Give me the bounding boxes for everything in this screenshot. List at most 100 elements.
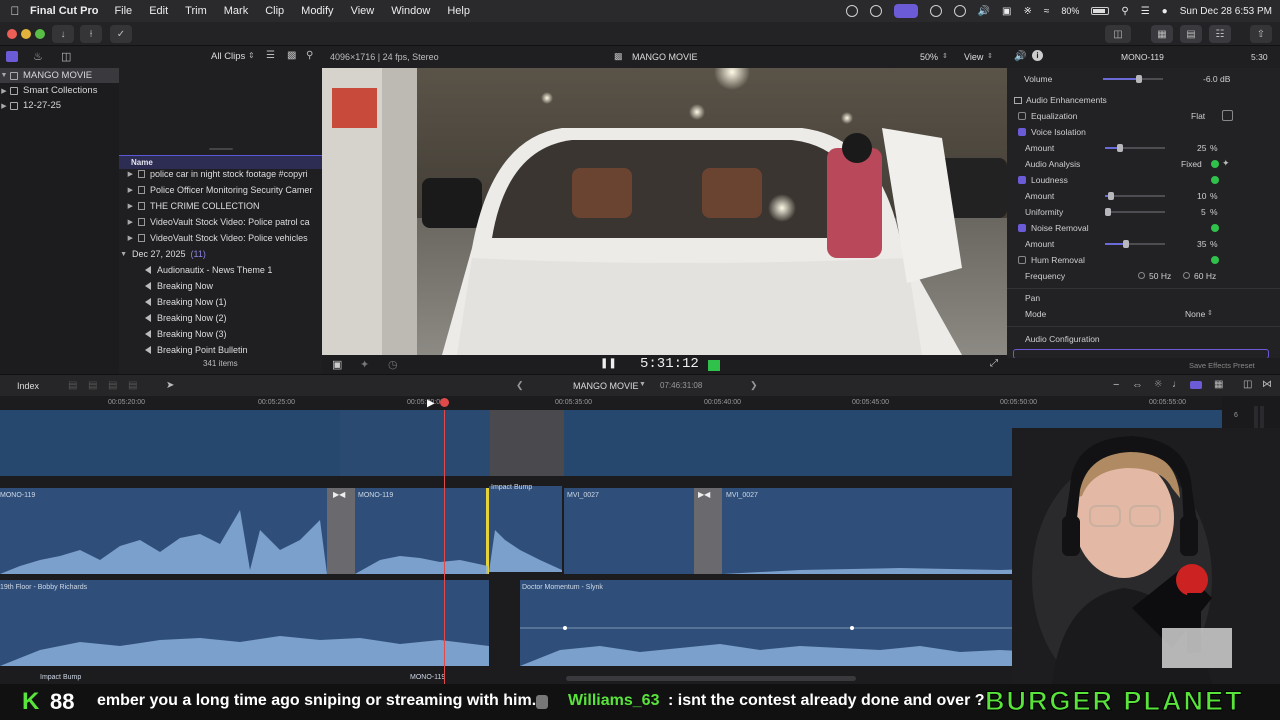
siri-icon[interactable]: ● — [1162, 6, 1168, 17]
playhead-handle[interactable] — [440, 398, 449, 407]
filmstrip-icon[interactable]: ▩ — [287, 50, 296, 61]
clock[interactable]: Sun Dec 28 6:53 PM — [1180, 6, 1272, 17]
battery-label[interactable]: 80% — [1061, 6, 1079, 16]
libraries-icon[interactable] — [6, 51, 18, 62]
save-effects-preset-button[interactable]: Save Effects Preset — [1189, 361, 1255, 370]
eq-graph-icon[interactable] — [1222, 110, 1233, 121]
voice-isolation-knob[interactable] — [1117, 144, 1123, 152]
audio-list-item[interactable]: Breaking Now — [119, 278, 322, 294]
radio-50hz[interactable] — [1138, 272, 1145, 279]
disclosure-closed-icon[interactable]: ▶ — [0, 102, 8, 110]
section-header[interactable]: Audio Enhancements — [1007, 92, 1280, 108]
back-arrow-icon[interactable]: ❮ — [516, 380, 524, 391]
volume-knob[interactable] — [1136, 75, 1142, 83]
list-item[interactable]: ▶ THE CRIME COLLECTION — [119, 198, 322, 214]
audio-list-item[interactable]: Breaking Now (1) — [119, 294, 322, 310]
wifi-icon[interactable]: ≈ — [1044, 6, 1050, 17]
loudness-amount-knob[interactable] — [1108, 192, 1114, 200]
voice-isolation-slider[interactable] — [1105, 144, 1165, 152]
transform-tool-icon[interactable]: ✦ — [360, 358, 369, 371]
status-icon-1[interactable] — [845, 5, 858, 17]
audio-tab-icon[interactable]: 🔊 — [1014, 51, 1026, 62]
chevron-updown-icon[interactable]: ⇕ — [942, 52, 948, 60]
noise-removal-slider[interactable] — [1105, 240, 1165, 248]
hum-removal-checkbox[interactable] — [1018, 256, 1026, 264]
audio-list-item[interactable]: Breaking Now (2) — [119, 310, 322, 326]
bluetooth-icon[interactable]: ※ — [1023, 6, 1031, 17]
speed-tool-icon[interactable]: ◷ — [388, 358, 398, 371]
menu-file[interactable]: File — [114, 5, 132, 17]
disclosure-closed-icon[interactable]: ▶ — [0, 87, 8, 95]
display-icon[interactable]: ▣ — [1002, 6, 1011, 17]
noise-removal-amount[interactable]: 35 — [1197, 239, 1206, 249]
control-center-icon[interactable]: ☰ — [1141, 6, 1150, 17]
layout-button-3[interactable]: ☷ — [1209, 25, 1231, 43]
chevron-updown-icon[interactable]: ⇕ — [1207, 309, 1213, 317]
uniformity-knob[interactable] — [1105, 208, 1111, 216]
close-window-button[interactable] — [7, 29, 17, 39]
keywords-button[interactable]: ⍿ — [80, 25, 102, 43]
disclosure-open-icon[interactable]: ▼ — [0, 72, 8, 79]
audio-list-item[interactable]: Audionautix - News Theme 1 — [119, 262, 322, 278]
insert-edit-icon[interactable]: ▤ — [88, 380, 97, 391]
audio-list-item[interactable]: Breaking Point Bulletin — [119, 342, 322, 358]
append-edit-icon[interactable]: ▤ — [108, 380, 117, 391]
connect-edit-icon[interactable]: ▤ — [68, 380, 77, 391]
info-tab-icon[interactable]: i — [1032, 50, 1043, 61]
timeline-ruler[interactable]: 00:05:20:00 00:05:25:00 00:05:30:00 00:0… — [0, 396, 1222, 410]
fullscreen-icon[interactable]: ⤢ — [990, 358, 998, 369]
voice-isolation-checkbox[interactable] — [1018, 128, 1026, 136]
apple-menu-icon[interactable]:  — [0, 4, 30, 18]
zoom-popup[interactable]: 50% — [920, 52, 938, 62]
status-icon-3[interactable] — [929, 5, 942, 17]
search-icon[interactable]: ⚲ — [1121, 6, 1128, 17]
background-tasks-button[interactable]: ✓ — [110, 25, 132, 43]
equalization-checkbox[interactable] — [1018, 112, 1026, 120]
chevron-updown-icon[interactable]: ⇕ — [987, 52, 993, 60]
list-item[interactable]: ▶ police car in night stock footage #copy… — [119, 166, 322, 182]
layout-button-1[interactable]: ▦ — [1151, 25, 1173, 43]
noise-removal-knob[interactable] — [1123, 240, 1129, 248]
workspaces-button[interactable]: ◫ — [1105, 25, 1131, 43]
photos-audio-icon[interactable]: ♨ — [33, 50, 43, 63]
skimming-icon[interactable]: ※ — [1154, 379, 1162, 390]
loudness-amount-slider[interactable] — [1105, 192, 1165, 200]
loudness-checkbox[interactable] — [1018, 176, 1026, 184]
volume-value[interactable]: -6.0 dB — [1203, 74, 1230, 84]
library-item[interactable]: ▼ MANGO MOVIE — [0, 68, 119, 83]
screen-record-icon[interactable] — [893, 4, 918, 18]
menu-app-name[interactable]: Final Cut Pro — [30, 5, 98, 17]
option-60hz[interactable]: 60 Hz — [1194, 271, 1216, 281]
menu-mark[interactable]: Mark — [224, 5, 248, 17]
clip-appearance-icon[interactable]: ▦ — [1214, 379, 1223, 390]
zoom-window-button[interactable] — [35, 29, 45, 39]
transitions-browser-icon[interactable]: ⋈ — [1262, 379, 1272, 390]
menu-view[interactable]: View — [351, 5, 375, 17]
list-item[interactable]: ▶ Police Officer Monitoring Security Came… — [119, 182, 322, 198]
import-button[interactable]: ↓ — [52, 25, 74, 43]
chevron-down-icon[interactable]: ▼ — [639, 381, 646, 388]
uniformity-value[interactable]: 5 — [1201, 207, 1206, 217]
timecode-display[interactable]: 5:31:12 — [640, 356, 699, 372]
viewer-canvas[interactable] — [322, 68, 1007, 355]
list-item[interactable]: ▶ VideoVault Stock Video: Police vehicles — [119, 230, 322, 246]
overwrite-edit-icon[interactable]: ▤ — [128, 380, 137, 391]
timeline-project-name[interactable]: MANGO MOVIE — [573, 381, 639, 391]
chevron-updown-icon[interactable]: ⇕ — [248, 51, 255, 60]
smart-collections-item[interactable]: ▶ Smart Collections — [0, 83, 119, 98]
status-icon-2[interactable] — [869, 5, 882, 17]
clip-filter-popup[interactable]: All Clips — [211, 51, 245, 62]
menu-trim[interactable]: Trim — [185, 5, 207, 17]
uniformity-slider[interactable] — [1105, 208, 1165, 216]
magic-wand-icon[interactable]: ✦ — [1222, 158, 1230, 169]
zoom-fit-icon[interactable]: ⇔ — [1132, 379, 1143, 391]
menu-edit[interactable]: Edit — [149, 5, 168, 17]
menu-clip[interactable]: Clip — [265, 5, 284, 17]
menu-modify[interactable]: Modify — [301, 5, 333, 17]
list-view-icon[interactable]: ☰ — [266, 50, 275, 61]
audio-list-item[interactable]: Breaking Now (3) — [119, 326, 322, 342]
noise-removal-checkbox[interactable] — [1018, 224, 1026, 232]
view-menu[interactable]: View — [964, 52, 983, 62]
option-50hz[interactable]: 50 Hz — [1149, 271, 1171, 281]
event-item[interactable]: ▶ 12-27-25 — [0, 98, 119, 113]
